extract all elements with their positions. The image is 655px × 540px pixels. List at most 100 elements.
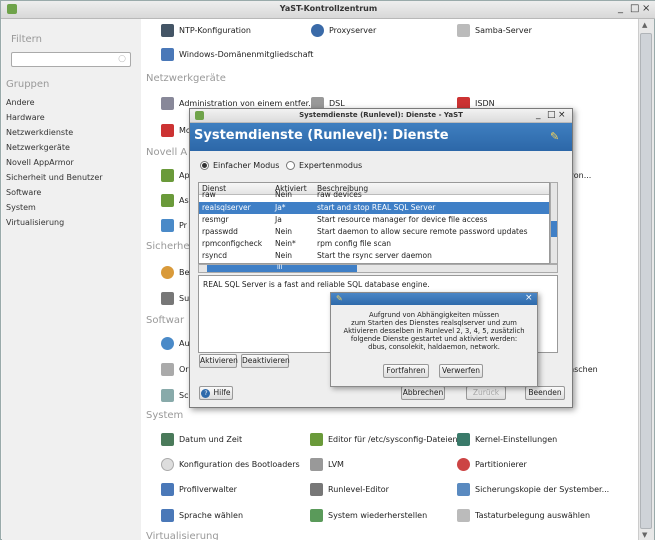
category-sicherheit: Sicherhe: [146, 241, 190, 252]
module-profile-manager[interactable]: Profilverwalter: [161, 481, 237, 497]
module-backup[interactable]: Sicherungskopie der Systember...: [457, 481, 609, 497]
table-row[interactable]: rpmconfigcheck Nein* rpm config file sca…: [199, 238, 549, 250]
minimize-icon[interactable]: _: [536, 110, 541, 120]
radio-checked-icon: [200, 161, 209, 170]
remote-admin-icon: [161, 96, 174, 110]
discard-button[interactable]: Verwerfen: [439, 364, 483, 378]
module-ntp[interactable]: NTP-Konfiguration: [161, 22, 251, 38]
module-proxy[interactable]: Proxyserver: [311, 22, 376, 38]
profile-icon: [161, 218, 174, 232]
table-row[interactable]: resmgr Ja Start resource manager for dev…: [199, 214, 549, 226]
module-runlevel-editor[interactable]: Runlevel-Editor: [310, 481, 389, 497]
hscroll-grip: III: [277, 264, 283, 271]
module-bootloader[interactable]: Konfiguration des Bootloaders: [161, 456, 300, 472]
module-partitioner[interactable]: Partitionierer: [457, 456, 527, 472]
module-language[interactable]: Sprache wählen: [161, 507, 243, 523]
sidebar-item-andere[interactable]: Andere: [6, 98, 35, 107]
groups-heading: Gruppen: [6, 79, 50, 90]
bootloader-icon: [161, 457, 174, 471]
back-button[interactable]: Zurück: [466, 386, 506, 400]
update-icon: [161, 336, 174, 350]
popup-message: Aufgrund von Abhängigkeiten müssen zum S…: [343, 311, 525, 351]
services-table: Dienst Aktiviert Beschreibung raw Nein r…: [198, 182, 550, 264]
scroll-down-icon[interactable]: ▼: [642, 531, 647, 539]
dependency-popup: ✎ × Aufgrund von Abhängigkeiten müssen z…: [330, 292, 538, 387]
module-sysconfig-editor[interactable]: Editor für /etc/sysconfig-Dateien: [310, 431, 458, 447]
dialog-heading: Systemdienste (Runlevel): Dienste: [194, 128, 449, 143]
main-scroll-thumb[interactable]: [640, 33, 652, 529]
category-software: Softwar: [146, 315, 185, 326]
description-text: REAL SQL Server is a fast and reliable S…: [203, 280, 430, 289]
dialog-title-bar: Systemdienste (Runlevel): Dienste - YaST…: [190, 109, 572, 123]
enable-button[interactable]: Aktivieren: [199, 354, 238, 368]
samba-icon: [457, 23, 470, 37]
mode-simple-radio[interactable]: Einfacher Modus: [200, 161, 279, 170]
online-update-icon: [161, 362, 174, 376]
module-soft-2[interactable]: Or: [161, 361, 189, 377]
table-scroll-thumb[interactable]: [551, 221, 557, 237]
sidebar-item-netzwerkgeraete[interactable]: Netzwerkgeräte: [6, 143, 70, 152]
sidebar-item-system[interactable]: System: [6, 203, 36, 212]
table-row[interactable]: rpasswdd Nein Start daemon to allow secu…: [199, 226, 549, 238]
module-modem[interactable]: Mc: [161, 122, 190, 138]
profile-manager-icon: [161, 482, 174, 496]
module-novell-3[interactable]: Pr: [161, 217, 187, 233]
close-icon[interactable]: ×: [642, 3, 650, 14]
dialog-header: Systemdienste (Runlevel): Dienste ✎: [190, 123, 572, 151]
table-row[interactable]: rsyncd Nein Start the rsync server daemo…: [199, 250, 549, 262]
category-virtualisierung: Virtualisierung: [146, 531, 219, 540]
sidebar-item-software[interactable]: Software: [6, 188, 41, 197]
module-kernel[interactable]: Kernel-Einstellungen: [457, 431, 557, 447]
module-restore[interactable]: System wiederherstellen: [310, 507, 427, 523]
maximize-icon[interactable]: □: [547, 110, 556, 120]
apparmor-assistant-icon: [161, 193, 174, 207]
filter-input[interactable]: ○: [11, 52, 131, 67]
windows-domain-icon: [161, 47, 174, 61]
cancel-button[interactable]: Abbrechen: [401, 386, 445, 400]
disable-button[interactable]: Deaktivieren: [241, 354, 290, 368]
help-button[interactable]: ? Hilfe: [199, 386, 233, 400]
module-samba[interactable]: Samba-Server: [457, 22, 532, 38]
minimize-icon[interactable]: _: [618, 3, 623, 14]
module-soft-1[interactable]: Au: [161, 335, 190, 351]
module-soft-right[interactable]: nschen: [569, 361, 598, 377]
date-time-icon: [161, 432, 174, 446]
module-novell-1[interactable]: Ap: [161, 167, 190, 183]
module-novell-2[interactable]: As: [161, 192, 189, 208]
user-icon: [161, 265, 174, 279]
category-netzwerkgeraete: Netzwerkgeräte: [146, 73, 226, 84]
sidebar-item-sicherheit[interactable]: Sicherheit und Benutzer: [6, 173, 103, 182]
category-novell: Novell A: [146, 147, 188, 158]
module-lvm[interactable]: LVM: [310, 456, 344, 472]
module-soft-3[interactable]: Sc: [161, 387, 188, 403]
maximize-icon[interactable]: □: [630, 3, 639, 14]
radio-unchecked-icon: [286, 161, 295, 170]
module-sicher-2[interactable]: Su: [161, 290, 189, 306]
continue-button[interactable]: Fortfahren: [383, 364, 429, 378]
partitioner-icon: [457, 457, 470, 471]
scroll-up-icon[interactable]: ▲: [642, 21, 647, 29]
help-icon: ?: [201, 388, 211, 398]
wrench-icon: ✎: [336, 294, 343, 303]
table-vertical-scrollbar[interactable]: [550, 182, 558, 264]
close-icon[interactable]: ×: [525, 293, 533, 303]
kernel-icon: [457, 432, 470, 446]
module-date-time[interactable]: Datum und Zeit: [161, 431, 242, 447]
restore-icon: [310, 508, 323, 522]
language-icon: [161, 508, 174, 522]
close-icon[interactable]: ×: [558, 110, 566, 120]
module-keyboard[interactable]: Tastaturbelegung auswählen: [457, 507, 590, 523]
sidebar-item-netzwerkdienste[interactable]: Netzwerkdienste: [6, 128, 73, 137]
mode-expert-radio[interactable]: Expertenmodus: [286, 161, 362, 170]
table-horizontal-scrollbar[interactable]: III: [198, 264, 558, 273]
sidebar-item-apparmor[interactable]: Novell AppArmor: [6, 158, 74, 167]
popup-title-bar: ✎ ×: [331, 293, 537, 305]
sidebar-item-virtualisierung[interactable]: Virtualisierung: [6, 218, 64, 227]
table-row[interactable]: raw Nein raw devices: [199, 190, 549, 202]
sidebar-item-hardware[interactable]: Hardware: [6, 113, 45, 122]
keyboard-icon: [457, 508, 470, 522]
module-windows-domain[interactable]: Windows-Domänenmitgliedschaft: [161, 46, 313, 62]
table-row-selected[interactable]: realsqlserver Ja* start and stop REAL SQ…: [199, 202, 549, 214]
module-sicher-1[interactable]: Be: [161, 264, 189, 280]
finish-button[interactable]: Beenden: [525, 386, 565, 400]
